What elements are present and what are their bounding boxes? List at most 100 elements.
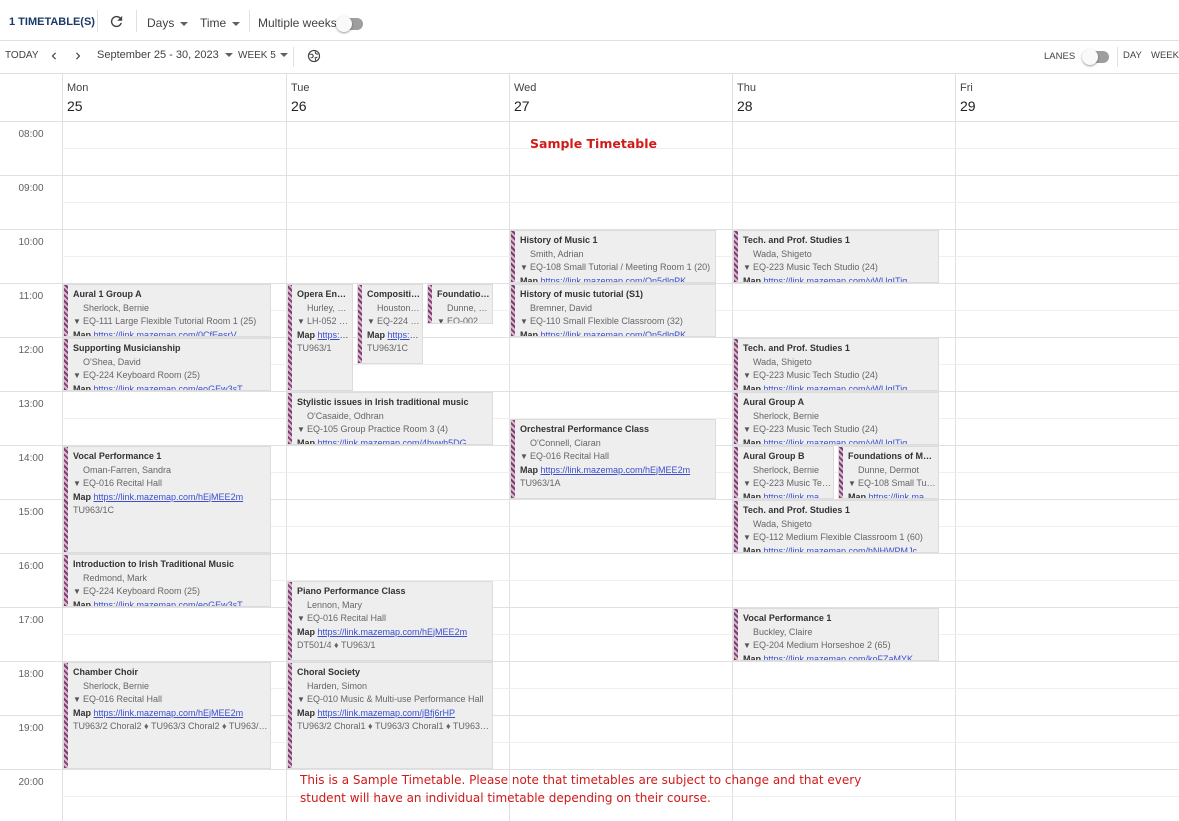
event-color-stripe bbox=[734, 609, 738, 660]
event-map: Map https://link.mazemap.com/On5dlgPK bbox=[520, 275, 713, 283]
map-link[interactable]: https://link.mazemap.com/On5dlgPK bbox=[541, 276, 687, 283]
multiple-weeks-toggle[interactable] bbox=[336, 16, 363, 32]
event-color-stripe bbox=[64, 447, 68, 552]
map-link[interactable]: https://link.mazemap.com/jBfj6rHP bbox=[318, 708, 456, 718]
event-room: ▼EQ-002 Room bbox=[437, 315, 490, 323]
event-room: ▼ EQ-010 Music & Multi-use Performance Ha… bbox=[297, 693, 490, 707]
chevron-left-icon[interactable] bbox=[47, 49, 61, 63]
event-staff: Sherlock, Bernie bbox=[83, 680, 150, 691]
hour-label: 12:00 bbox=[18, 345, 44, 356]
timetable-event[interactable]: Aural Group A Sherlock, Bernie ▼ EQ-223 Mus… bbox=[733, 392, 939, 445]
map-link[interactable]: https://link.mazemap.com/hNHWPMJc bbox=[764, 546, 918, 553]
map-label: Map bbox=[848, 491, 866, 499]
event-color-stripe bbox=[511, 420, 515, 498]
event-room-text: EQ-204 Medium Horseshoe 2 (65) bbox=[753, 640, 891, 650]
map-link[interactable]: https://link.mazemap.com/eoGEw3sT bbox=[94, 600, 243, 607]
map-link[interactable]: https://link.mazemap.com/On5dlgPK bbox=[541, 330, 687, 337]
timetable-event[interactable]: Foundations of Music Dunne, Dermot ▼ EQ-108… bbox=[838, 446, 939, 499]
timetable-event[interactable]: Supporting Musicianship O'Shea, David ▼ EQ-… bbox=[63, 338, 271, 391]
location-pin-icon: ▼ bbox=[520, 317, 528, 326]
map-link[interactable]: https://link.mazemap.com/vWUgITig bbox=[764, 384, 908, 391]
map-link[interactable]: https://link.mazemap.com/4hvwh5DG bbox=[318, 438, 467, 445]
hour-label: 19:00 bbox=[18, 723, 44, 734]
time-dropdown[interactable]: Time bbox=[200, 16, 241, 30]
event-title: Aural Group B bbox=[743, 451, 805, 461]
map-label: Map bbox=[743, 437, 761, 445]
timetable-event[interactable]: Chamber Choir Sherlock, Bernie ▼ EQ-016 Rec… bbox=[63, 662, 271, 769]
day-date: 28 bbox=[737, 98, 753, 114]
map-link[interactable]: https://link.mazemap.com/eoGEw3sT bbox=[388, 330, 420, 340]
day-header-wed: Wed 27 bbox=[509, 74, 732, 121]
hour-label: 08:00 bbox=[18, 129, 44, 140]
location-pin-icon: ▼ bbox=[848, 479, 856, 488]
day-column-divider bbox=[955, 74, 956, 821]
date-range-dropdown[interactable]: September 25 - 30, 2023 bbox=[97, 49, 233, 61]
lanes-toggle[interactable] bbox=[1082, 49, 1109, 65]
location-pin-icon: ▼ bbox=[297, 614, 305, 623]
timetable-event[interactable]: History of Music 1 Smith, Adrian ▼ EQ-108 S… bbox=[510, 230, 716, 283]
map-link[interactable]: https://link.mazemap.com/vWUgITig bbox=[764, 276, 908, 283]
day-view-button[interactable]: DAY bbox=[1123, 50, 1142, 61]
event-room-text: EQ-108 Small Tutorial Room bbox=[858, 478, 936, 488]
timetable-event[interactable]: History of music tutorial (S1) Bremner, D… bbox=[510, 284, 716, 337]
week-dropdown[interactable]: WEEK 5 bbox=[238, 50, 288, 61]
event-staff: Lennon, Mary bbox=[307, 599, 363, 610]
location-pin-icon: ▼ bbox=[297, 425, 305, 434]
map-link[interactable]: https://link.mazemap.com/hEjMEE2m bbox=[94, 708, 244, 718]
timetable-event[interactable]: Tech. and Prof. Studies 1 Wada, Shigeto ▼ E… bbox=[733, 338, 939, 391]
map-label: Map bbox=[743, 383, 761, 391]
event-map: Map https://link.mazemap.com/On5dlgPK bbox=[520, 329, 713, 337]
event-staff: Dunne, Dermot bbox=[447, 302, 490, 313]
lanes-label: LANES bbox=[1044, 51, 1076, 62]
map-link[interactable]: https://link.mazemap.com/hEjMEE2m bbox=[541, 465, 691, 475]
map-link[interactable]: https://link.mazemap.com/On5dlgPK bbox=[869, 492, 936, 499]
map-link[interactable]: https://link.mazemap.com/opera bbox=[318, 330, 350, 340]
event-room: ▼ EQ-110 Small Flexible Classroom (32) bbox=[520, 315, 713, 329]
event-title: Aural 1 Group A bbox=[73, 289, 142, 299]
timetable-event[interactable]: Tech. and Prof. Studies 1 Wada, Shigeto ▼ E… bbox=[733, 500, 939, 553]
event-map: Map https://link.mazemap.com/opera bbox=[297, 329, 350, 343]
timetable-event[interactable]: Foundations of MusicDunne, Dermot▼EQ-002… bbox=[427, 284, 493, 324]
map-link[interactable]: https://link.mazemap.com/vWUgITig bbox=[764, 492, 831, 499]
timetable-event[interactable]: Composition 1Houston, Ed▼EQ-224 Keyboard… bbox=[357, 284, 423, 364]
timetable-event[interactable]: Aural Group B Sherlock, Bernie ▼ EQ-223 Mus… bbox=[733, 446, 834, 499]
event-staff: Wada, Shigeto bbox=[753, 248, 812, 259]
day-header-mon: Mon 25 bbox=[62, 74, 286, 121]
event-map: Map https://link.mazemap.com/eoGEw3sT bbox=[367, 329, 420, 343]
map-link[interactable]: https://link.mazemap.com/hEjMEE2m bbox=[94, 492, 244, 502]
refresh-icon[interactable] bbox=[108, 13, 125, 30]
day-date: 26 bbox=[291, 98, 307, 114]
day-date: 25 bbox=[67, 98, 83, 114]
event-room-text: EQ-223 Music Tech Studio (24) bbox=[753, 262, 878, 272]
week-view-button[interactable]: WEEK bbox=[1151, 50, 1179, 61]
timetable-event[interactable]: Aural 1 Group A Sherlock, Bernie ▼ EQ-111 L… bbox=[63, 284, 271, 337]
timetable-event[interactable]: Vocal Performance 1 Buckley, Claire ▼ EQ-20… bbox=[733, 608, 939, 661]
map-link[interactable]: https://link.mazemap.com/0CfEesrV bbox=[94, 330, 237, 337]
event-room: ▼EQ-223 Music Tech Studio (24) bbox=[743, 369, 936, 383]
globe-icon[interactable] bbox=[307, 49, 321, 63]
hour-line bbox=[0, 607, 1179, 608]
sample-timetable-notice: This is a Sample Timetable. Please note … bbox=[300, 771, 861, 807]
map-link[interactable]: https://link.mazemap.com/vWUgITig bbox=[764, 438, 908, 445]
timetable-event[interactable]: Vocal Performance 1 Oman-Farren, Sandra ▼ E… bbox=[63, 446, 271, 553]
event-color-stripe bbox=[839, 447, 843, 498]
map-link[interactable]: https://link.mazemap.com/koFZaMYK bbox=[764, 654, 914, 661]
timetable-event[interactable]: Opera EnsembleHurley, Kathleen▼LH-052 Op… bbox=[287, 284, 353, 391]
timetable-event[interactable]: Piano Performance Class Lennon, Mary ▼ EQ-0… bbox=[287, 581, 493, 661]
timetable-event[interactable]: Choral Society Harden, Simon ▼ EQ-010 Music… bbox=[287, 662, 493, 769]
timetable-event[interactable]: Tech. and Prof. Studies 1 Wada, Shigeto ▼ E… bbox=[733, 230, 939, 283]
timetable-event[interactable]: Stylistic issues in Irish traditional mu… bbox=[287, 392, 493, 445]
event-staff: Buckley, Claire bbox=[753, 626, 813, 637]
event-staff: Houston, Ed bbox=[377, 302, 420, 313]
chevron-right-icon[interactable] bbox=[71, 49, 85, 63]
timetable-event[interactable]: Orchestral Performance Class O'Connell, C… bbox=[510, 419, 716, 499]
event-map: Map https://link.mazemap.com/vWUgITig bbox=[743, 437, 936, 445]
timetable-event[interactable]: Introduction to Irish Traditional Music R… bbox=[63, 554, 271, 607]
today-button[interactable]: TODAY bbox=[5, 50, 39, 61]
day-name: Wed bbox=[514, 82, 537, 94]
map-link[interactable]: https://link.mazemap.com/eoGEw3sT bbox=[94, 384, 243, 391]
days-dropdown[interactable]: Days bbox=[147, 16, 189, 30]
map-link[interactable]: https://link.mazemap.com/hEjMEE2m bbox=[318, 627, 468, 637]
timetables-count-button[interactable]: 1 TIMETABLE(S) bbox=[9, 16, 95, 28]
event-room-text: EQ-016 Recital Hall bbox=[83, 694, 163, 704]
